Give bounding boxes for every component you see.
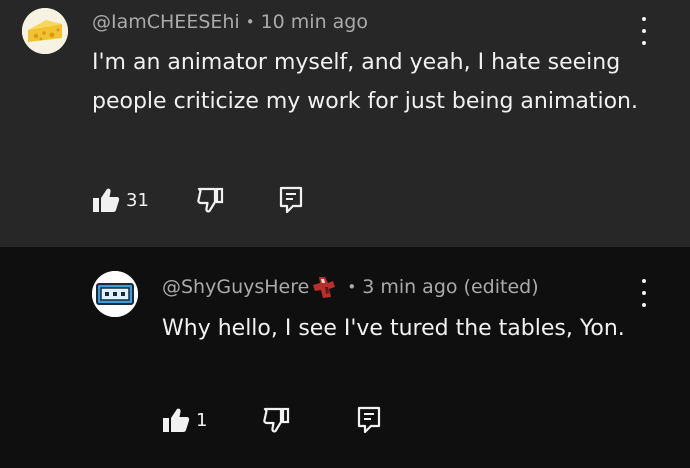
comment-actions: 31 xyxy=(92,186,303,214)
reply-comment-icon xyxy=(358,406,381,434)
like-count: 31 xyxy=(126,189,149,211)
thumbs-down-icon xyxy=(263,407,290,433)
thumbs-up-icon xyxy=(163,408,190,432)
comment-author[interactable]: @ShyGuysHere xyxy=(162,276,309,298)
reply-button[interactable] xyxy=(357,406,381,434)
comment-meta: @IamCHEESEhi • 10 min ago xyxy=(92,11,368,33)
more-vertical-icon xyxy=(642,41,646,45)
cassette-avatar-icon xyxy=(92,271,138,317)
comment-author[interactable]: @IamCHEESEhi xyxy=(92,11,240,33)
comment-card: @IamCHEESEhi • 10 min ago I'm an animato… xyxy=(0,0,690,247)
like-button[interactable] xyxy=(162,407,190,433)
reply-card: @ShyGuysHere • 3 min ago (edited) Why he… xyxy=(0,247,690,468)
dislike-button[interactable] xyxy=(263,407,291,433)
comment-actions: 1 xyxy=(162,406,381,434)
more-vertical-icon xyxy=(642,279,646,283)
user-emoji-icon xyxy=(311,275,337,299)
thumbs-up-icon xyxy=(93,188,120,212)
more-vertical-icon xyxy=(642,29,646,33)
dislike-button[interactable] xyxy=(197,187,225,213)
thumbs-down-icon xyxy=(197,187,224,213)
avatar[interactable] xyxy=(22,8,68,54)
more-vertical-icon xyxy=(642,303,646,307)
more-vertical-icon xyxy=(642,291,646,295)
cheese-avatar-icon xyxy=(22,8,68,54)
reply-comment-icon xyxy=(279,186,303,214)
avatar[interactable] xyxy=(92,271,138,317)
more-options-button[interactable] xyxy=(639,279,649,307)
comment-meta: @ShyGuysHere • 3 min ago (edited) xyxy=(162,275,539,299)
comment-timestamp[interactable]: 3 min ago (edited) xyxy=(362,276,538,298)
more-vertical-icon xyxy=(642,17,646,21)
reply-button[interactable] xyxy=(279,186,303,214)
character-sticker-icon xyxy=(313,277,336,298)
comment-text: I'm an animator myself, and yeah, I hate… xyxy=(92,50,638,114)
more-options-button[interactable] xyxy=(639,17,649,45)
like-button[interactable] xyxy=(92,187,120,213)
comment-text: Why hello, I see I've tured the tables, … xyxy=(162,316,625,341)
comment-timestamp[interactable]: 10 min ago xyxy=(261,11,368,33)
like-count: 1 xyxy=(196,409,208,431)
meta-separator: • xyxy=(245,13,255,31)
meta-separator: • xyxy=(347,278,357,296)
